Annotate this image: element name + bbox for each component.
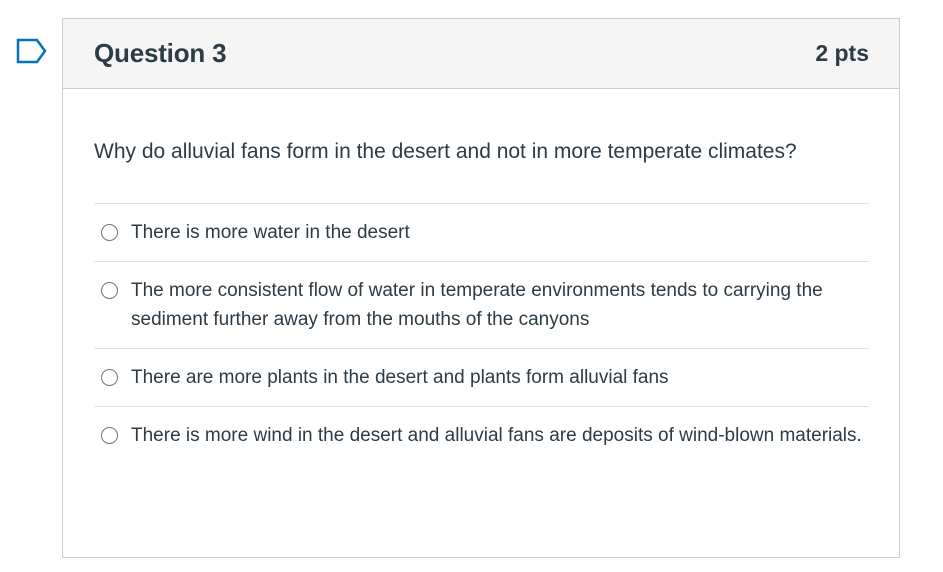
answer-option-2[interactable]: The more consistent flow of water in tem… <box>94 262 869 349</box>
question-header: Question 3 2 pts <box>63 19 899 89</box>
answer-list: There is more water in the desert The mo… <box>94 203 869 464</box>
flag-question-icon[interactable] <box>16 38 48 64</box>
question-points: 2 pts <box>815 40 869 66</box>
answer-option-1[interactable]: There is more water in the desert <box>94 204 869 262</box>
answer-label: There is more wind in the desert and all… <box>131 425 862 446</box>
answer-option-3[interactable]: There are more plants in the desert and … <box>94 349 869 407</box>
question-text: Why do alluvial fans form in the desert … <box>94 140 797 163</box>
radio-button-icon[interactable] <box>101 282 118 299</box>
radio-button-icon[interactable] <box>101 369 118 386</box>
radio-button-icon[interactable] <box>101 427 118 444</box>
question-title: Question 3 <box>94 38 227 68</box>
answer-label: There are more plants in the desert and … <box>131 367 669 388</box>
answer-label: There is more water in the desert <box>131 222 410 243</box>
question-card: Question 3 2 pts Why do alluvial fans fo… <box>62 18 900 558</box>
answer-option-4[interactable]: There is more wind in the desert and all… <box>94 407 869 464</box>
answer-label: The more consistent flow of water in tem… <box>131 280 823 330</box>
radio-button-icon[interactable] <box>101 224 118 241</box>
question-body: Why do alluvial fans form in the desert … <box>63 89 899 464</box>
